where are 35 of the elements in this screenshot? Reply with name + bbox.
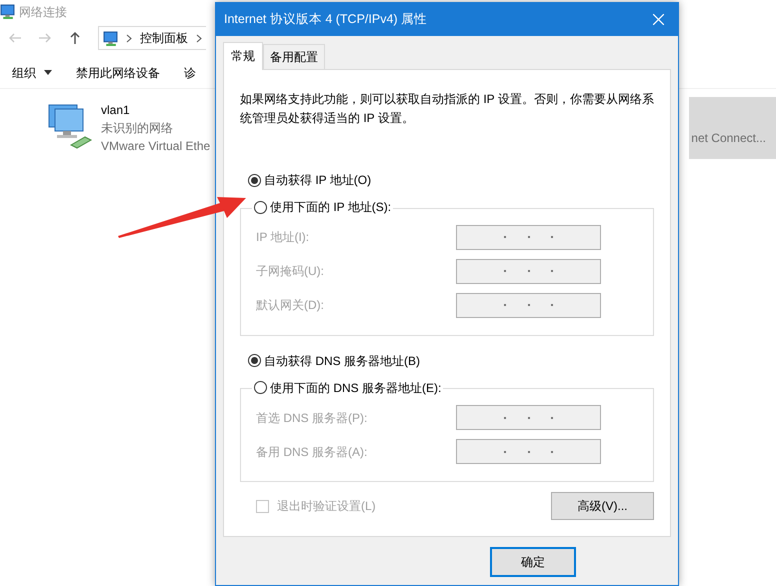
up-icon[interactable]	[68, 31, 82, 45]
adapter-tile[interactable]: net Connect...	[689, 97, 776, 159]
validate-checkbox: 退出时验证设置(L)	[256, 497, 376, 515]
caret-icon	[44, 70, 52, 75]
field-label: 首选 DNS 服务器(P):	[256, 410, 368, 426]
adapter-device: net Connect...	[691, 130, 766, 147]
radio-option[interactable]: 自动获得 DNS 服务器地址(B)	[248, 352, 654, 370]
radio-option[interactable]: 使用下面的 IP 地址(S):	[254, 198, 392, 216]
adapter-tile[interactable]: vlan1 未识别的网络 VMware Virtual Ethe	[0, 97, 214, 159]
radio-option[interactable]: 使用下面的 DNS 服务器地址(E):	[254, 378, 442, 396]
address-bar[interactable]: 控制面板	[98, 26, 206, 50]
chevron-icon	[126, 34, 132, 42]
dialog-title: Internet 协议版本 4 (TCP/IPv4) 属性	[224, 11, 428, 28]
toolbar-button[interactable]: 诊	[172, 64, 208, 82]
ok-button[interactable]: 确定	[490, 547, 576, 577]
tab[interactable]: 常规	[223, 42, 263, 70]
adapter-status: 未识别的网络	[101, 120, 174, 137]
tab[interactable]: 备用配置	[263, 44, 325, 69]
network-icon	[103, 30, 118, 46]
description-text: 如果网络支持此功能，则可以获取自动指派的 IP 设置。否则，你需要从网络系统管理员处获得适当的 IP 设置。	[240, 91, 654, 127]
window-title: 网络连接	[19, 4, 67, 20]
adapter-device: VMware Virtual Ethe	[101, 138, 210, 155]
toolbar-button[interactable]: 组织	[0, 64, 64, 82]
toolbar-button[interactable]: 禁用此网络设备	[64, 64, 172, 82]
chevron-icon	[196, 34, 202, 42]
close-icon	[652, 14, 664, 25]
field-label: 子网掩码(U):	[256, 263, 324, 280]
radio-option[interactable]: 自动获得 IP 地址(O)	[248, 171, 654, 189]
advanced-button[interactable]: 高级(V)...	[551, 492, 654, 520]
breadcrumb-item[interactable]: 控制面板	[140, 29, 188, 47]
field-label: IP 地址(I):	[256, 229, 310, 246]
field-label: 默认网关(D):	[256, 297, 324, 314]
adapter-name: vlan1	[101, 102, 131, 119]
field-label: 备用 DNS 服务器(A):	[256, 444, 368, 460]
network-icon	[0, 4, 15, 19]
